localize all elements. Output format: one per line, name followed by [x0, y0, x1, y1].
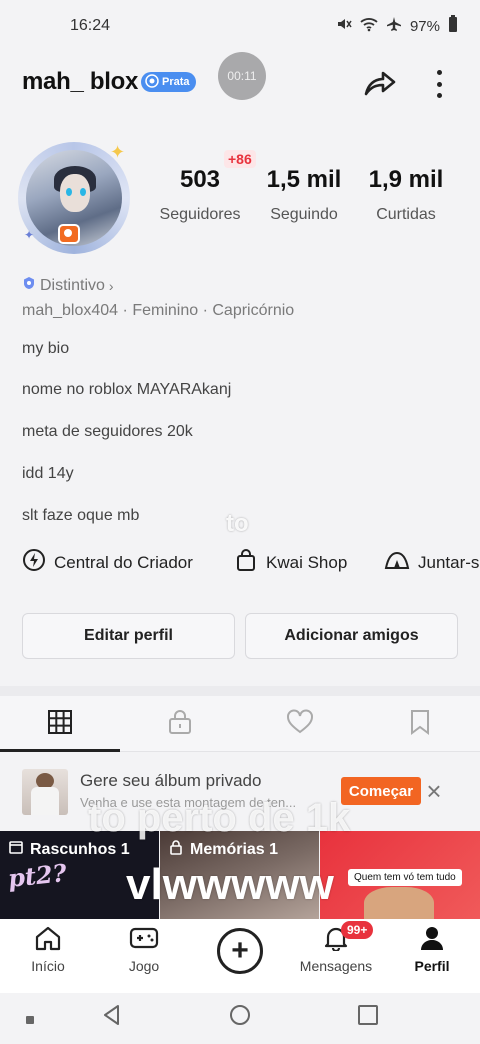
badge-icon [22, 276, 36, 295]
dot-icon [26, 1011, 34, 1029]
gamepad-icon [129, 925, 159, 954]
profile-username: mah_ blox [22, 68, 138, 95]
likes-stat[interactable]: 1,9 mil Curtidas [356, 166, 456, 224]
draft-sticker: pt2? [6, 858, 68, 893]
home-icon [34, 925, 62, 954]
airplane-icon [386, 16, 402, 36]
nav-home-label: Início [31, 958, 65, 974]
edit-profile-button[interactable]: Editar perfil [22, 613, 235, 659]
nav-home[interactable]: Início [0, 925, 96, 974]
followers-label: Seguidores [159, 206, 241, 223]
tab-saved[interactable] [360, 696, 480, 752]
start-button[interactable]: Começar [341, 777, 421, 805]
video-thumbnail[interactable]: Quem tem vó tem tudo [320, 831, 480, 919]
followers-stat[interactable]: 503 Seguidores [150, 166, 250, 224]
level-badge-label: Prata [162, 76, 190, 88]
section-divider [0, 686, 480, 696]
lightning-icon [22, 548, 46, 577]
heart-icon [286, 709, 314, 740]
person-icon [419, 925, 445, 954]
video-overlay-text: to [226, 510, 249, 537]
bio-line: slt faze oque mb [22, 507, 140, 524]
nav-messages-label: Mensagens [299, 958, 373, 974]
profile-gender: Feminino [132, 302, 199, 319]
creator-center-link[interactable]: Central do Criador [22, 548, 193, 577]
bio-line: nome no roblox MAYARAkanj [22, 381, 232, 398]
shopping-bag-icon [234, 548, 258, 577]
bio-line: meta de seguidores 20k [22, 423, 193, 440]
profile-sign: Capricórnio [212, 302, 295, 319]
plus-circle-icon[interactable]: + [217, 928, 263, 974]
kwai-shop-label: Kwai Shop [266, 552, 348, 572]
drafts-cell[interactable]: Rascunhos 1 pt2? [0, 831, 159, 919]
nav-profile[interactable]: Perfil [384, 925, 480, 974]
join-label: Juntar-s [418, 552, 480, 572]
camera-icon [58, 224, 80, 244]
share-button[interactable] [362, 66, 398, 100]
more-button[interactable] [428, 66, 450, 102]
join-link[interactable]: Juntar-s [384, 548, 479, 577]
battery-icon [448, 15, 458, 37]
drafts-icon [8, 839, 24, 860]
memories-cell[interactable]: Memórias 1 [160, 831, 319, 919]
messages-badge: 99+ [341, 921, 374, 939]
nav-game-label: Jogo [128, 958, 160, 974]
lock-icon [167, 709, 193, 740]
mute-icon [336, 16, 352, 36]
promo-title: Gere seu álbum privado [80, 771, 262, 790]
nav-game[interactable]: Jogo [96, 925, 192, 974]
video-caption: Quem tem vó tem tudo [348, 869, 462, 886]
status-time: 16:24 [70, 17, 111, 34]
drafts-label: Rascunhos 1 [30, 840, 130, 858]
grid-icon [47, 709, 73, 740]
add-friends-button[interactable]: Adicionar amigos [245, 613, 458, 659]
following-count: 1,5 mil [266, 166, 342, 193]
battery-percent: 97% [409, 17, 440, 35]
tab-posts[interactable] [0, 696, 120, 752]
profile-tabs [0, 696, 480, 752]
memories-label: Memórias 1 [190, 840, 279, 858]
tab-private[interactable] [120, 696, 240, 752]
share-icon [363, 65, 397, 102]
following-stat[interactable]: 1,5 mil Seguindo [254, 166, 354, 224]
close-icon[interactable]: × [422, 778, 446, 804]
creator-center-label: Central do Criador [54, 552, 193, 572]
more-icon [436, 70, 442, 75]
tent-icon [384, 548, 410, 577]
distintivo-link[interactable]: Distintivo › [22, 276, 114, 295]
system-nav-bar [0, 993, 480, 1044]
sparkle-icon: ✦ [110, 142, 126, 162]
status-bar: 16:24 97% [0, 0, 480, 52]
lock-icon [168, 839, 184, 860]
level-badge[interactable]: Prata [141, 72, 196, 92]
wifi-icon [360, 16, 378, 36]
recording-timer[interactable]: 00:11 [218, 52, 266, 100]
chevron-right-icon: › [108, 277, 114, 294]
bio-line: my bio [22, 340, 70, 357]
video-thumbnail-image [364, 887, 434, 919]
profile-meta: mah_blox404 · Feminino · Capricórnio [22, 302, 295, 319]
likes-count: 1,9 mil [368, 166, 444, 193]
avatar[interactable]: ✦ ✦ [18, 142, 130, 254]
home-button-icon[interactable] [228, 1003, 252, 1032]
recents-icon[interactable] [356, 1003, 380, 1032]
medal-icon [145, 73, 159, 91]
likes-label: Curtidas [376, 206, 436, 223]
profile-handle: mah_blox404 [22, 302, 119, 319]
tab-liked[interactable] [240, 696, 360, 752]
promo-subtitle: Venha e use esta montagem de ten... [80, 795, 297, 810]
kwai-shop-link[interactable]: Kwai Shop [234, 548, 347, 577]
distintivo-label: Distintivo [40, 276, 105, 294]
followers-count: 503 [179, 166, 221, 193]
status-icons: 97% [336, 15, 458, 37]
back-icon[interactable] [100, 1003, 124, 1032]
nav-profile-label: Perfil [414, 958, 450, 974]
bio-line: idd 14y [22, 465, 74, 482]
following-label: Seguindo [270, 206, 338, 223]
promo-thumbnail [22, 769, 68, 815]
bookmark-icon [409, 709, 431, 740]
star-icon: ✦ [24, 228, 35, 242]
